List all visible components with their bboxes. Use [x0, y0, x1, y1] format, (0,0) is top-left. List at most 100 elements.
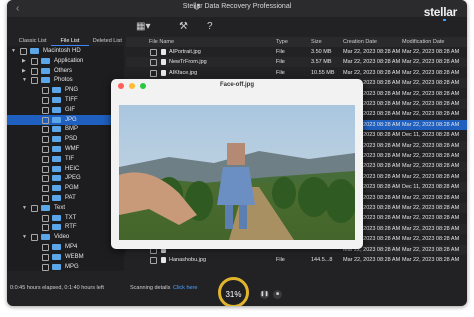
table-row[interactable]: NewTrFrom.jpg File 3.57 MB Mar 22, 2023 08:… — [126, 57, 467, 68]
tree-item[interactable]: MPG — [7, 262, 124, 272]
tree-item[interactable]: PAT — [7, 193, 124, 203]
tree-checkbox[interactable] — [42, 253, 49, 261]
tree-item[interactable]: ▼ Text — [7, 203, 124, 213]
tree-checkbox[interactable] — [42, 155, 49, 163]
tree-item[interactable]: WMF — [7, 144, 124, 154]
row-checkbox[interactable] — [150, 59, 157, 67]
tree-checkbox[interactable] — [42, 165, 49, 173]
tree-checkbox[interactable] — [42, 214, 49, 222]
tree-item[interactable]: RTF — [7, 222, 124, 232]
tree-item-label: Photos — [54, 77, 73, 84]
tree-item[interactable]: TXT — [7, 213, 124, 223]
tree-item[interactable]: TIF — [7, 154, 124, 164]
folder-icon — [52, 136, 61, 143]
tree-item-label: TXT — [65, 214, 77, 221]
cell-created: Mar 22, 2023 08:28 AM — [343, 69, 401, 76]
tree-item[interactable]: BMP — [7, 124, 124, 134]
view-tabs: Classic List File List Deleted List — [14, 37, 126, 46]
tree-checkbox[interactable] — [42, 126, 49, 134]
tree-item[interactable]: JPG — [7, 114, 124, 125]
column-header-name[interactable]: File Name — [149, 39, 174, 45]
tree-item[interactable]: WEBM — [7, 252, 124, 262]
tree-item[interactable]: GIF — [7, 105, 124, 115]
tree-item-label: Application — [54, 57, 84, 64]
table-row[interactable]: AIPortrait.jpg File 3.50 MB Mar 22, 2023 08… — [126, 47, 467, 57]
tree-item[interactable]: MP4 — [7, 242, 124, 252]
column-header-created[interactable]: Creation Date — [343, 39, 377, 45]
tree-checkbox[interactable] — [42, 116, 49, 124]
tree-item[interactable]: PGM — [7, 183, 124, 193]
tree-item-label: PNG — [65, 87, 79, 94]
click-here-link[interactable]: Click here — [173, 285, 197, 291]
pause-button[interactable]: ❚❚ — [260, 290, 269, 299]
tree-checkbox[interactable] — [31, 204, 38, 212]
tree-item[interactable]: ▶ Application — [7, 56, 124, 66]
wrench-icon[interactable]: ⚒ — [179, 21, 188, 32]
row-checkbox[interactable] — [150, 49, 157, 56]
tree-item[interactable]: ▼ Photos — [7, 75, 124, 85]
collapse-arrow-icon[interactable]: ▼ — [11, 46, 16, 56]
file-icon — [161, 49, 166, 55]
cell-size: 3.57 MB — [311, 59, 332, 66]
column-header-size[interactable]: Size — [311, 39, 322, 45]
tree-checkbox[interactable] — [42, 263, 49, 271]
tree-item-label: PAT — [65, 195, 76, 201]
tree-item[interactable]: PSD — [7, 134, 124, 144]
cell-created: Mar 22, 2023 08:28 AM — [343, 257, 401, 263]
expand-arrow-icon[interactable]: ▶ — [22, 56, 26, 66]
column-header-modified[interactable]: Modification Date — [402, 39, 445, 45]
tree-item-label: MPG — [65, 263, 79, 270]
tree-checkbox[interactable] — [31, 57, 38, 65]
cell-modified: Mar 22, 2023 08:28 AM — [402, 121, 460, 128]
expand-arrow-icon[interactable]: ▶ — [22, 66, 26, 76]
tree-checkbox[interactable] — [42, 175, 49, 183]
tab-classic-list[interactable]: Classic List — [14, 37, 51, 46]
collapse-arrow-icon[interactable]: ▼ — [22, 203, 27, 213]
row-checkbox[interactable] — [150, 69, 157, 77]
cell-size: 144.5...8 — [311, 257, 333, 263]
cell-modified: Mar 22, 2023 08:28 AM — [402, 49, 460, 55]
tree-item[interactable]: TIFF — [7, 95, 124, 105]
tree-item[interactable]: HEIC — [7, 164, 124, 174]
tree-checkbox[interactable] — [42, 106, 49, 114]
tree-checkbox[interactable] — [42, 224, 49, 232]
column-header-type[interactable]: Type — [276, 39, 288, 45]
tree-checkbox[interactable] — [42, 146, 49, 153]
table-row[interactable]: AIKface.jpg File 10.55 MB Mar 22, 2023 08:2… — [126, 68, 467, 78]
collapse-arrow-icon[interactable]: ▼ — [22, 75, 27, 85]
tree-item[interactable]: PNG — [7, 85, 124, 95]
cell-created: Mar 22, 2023 08:28 AM — [343, 59, 401, 66]
tree-checkbox[interactable] — [42, 136, 49, 144]
help-icon[interactable]: ? — [207, 21, 213, 32]
stop-button[interactable]: ■ — [273, 290, 282, 299]
tab-file-list[interactable]: File List — [51, 37, 89, 46]
collapse-arrow-icon[interactable]: ▼ — [22, 232, 27, 242]
preview-photo — [119, 105, 355, 240]
tree-checkbox[interactable] — [42, 244, 49, 251]
cell-modified: Mar 22, 2023 08:28 AM — [402, 205, 460, 211]
tree-item-label: Macintosh HD — [43, 48, 81, 54]
row-checkbox[interactable] — [150, 257, 157, 264]
cell-type: File — [276, 59, 285, 66]
folder-icon — [41, 234, 50, 241]
cell-type: File — [276, 69, 285, 76]
cell-name: AIPortrait.jpg — [169, 49, 201, 55]
tree-checkbox[interactable] — [42, 195, 49, 202]
tree-item[interactable]: ▼ Video — [7, 232, 124, 242]
table-row[interactable]: Hanashobu.jpg File 144.5...8 Mar 22, 2023 0… — [126, 255, 467, 265]
grid-view-icon[interactable]: ▦▾ — [136, 21, 150, 32]
tree-checkbox[interactable] — [42, 185, 49, 193]
tree-checkbox[interactable] — [31, 67, 38, 75]
tree-checkbox[interactable] — [31, 234, 38, 242]
tree-item[interactable]: ▼ Macintosh HD — [7, 46, 124, 56]
tree-checkbox[interactable] — [42, 87, 49, 95]
tree-item-label: BMP — [65, 126, 79, 133]
tree-item[interactable]: JPEG — [7, 173, 124, 183]
tab-deleted-list[interactable]: Deleted List — [89, 37, 126, 46]
tree-checkbox[interactable] — [31, 77, 38, 85]
tree-checkbox[interactable] — [42, 97, 49, 104]
cell-modified: Mar 22, 2023 08:28 AM — [402, 236, 460, 243]
tree-checkbox[interactable] — [20, 48, 27, 55]
folder-icon — [52, 97, 61, 103]
tree-item[interactable]: ▶ Others — [7, 66, 124, 76]
